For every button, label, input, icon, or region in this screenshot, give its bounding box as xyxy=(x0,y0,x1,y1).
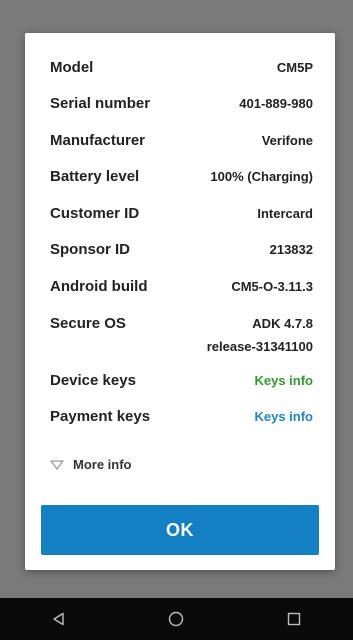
sponsor-id-value: 213832 xyxy=(269,242,313,257)
home-icon xyxy=(169,611,184,627)
payment-keys-info-link[interactable]: Keys info xyxy=(254,407,313,427)
android-build-row: Android build CM5-O-3.11.3 xyxy=(50,277,313,297)
secure-os-label: Secure OS xyxy=(50,315,126,332)
payment-keys-label: Payment keys xyxy=(50,408,151,425)
device-info-dialog: Model CM5P Serial number 401-889-980 Man… xyxy=(25,33,335,570)
customer-id-row: Customer ID Intercard xyxy=(50,204,313,224)
android-navigation-bar xyxy=(0,598,353,640)
device-keys-label: Device keys xyxy=(50,372,136,389)
home-button[interactable] xyxy=(156,604,196,634)
device-keys-info-link[interactable]: Keys info xyxy=(254,371,313,391)
battery-level-label: Battery level xyxy=(50,168,140,185)
secure-os-value: ADK 4.7.8 release-31341100 xyxy=(207,314,313,360)
secure-os-row: Secure OS ADK 4.7.8 release-31341100 xyxy=(50,314,313,360)
back-button[interactable] xyxy=(39,604,79,634)
ok-button[interactable]: OK xyxy=(41,505,319,555)
serial-number-label: Serial number xyxy=(50,95,151,112)
customer-id-label: Customer ID xyxy=(50,205,140,222)
model-label: Model xyxy=(50,59,94,76)
secure-os-version: ADK 4.7.8 xyxy=(252,316,313,331)
more-info-toggle[interactable]: More info xyxy=(50,457,132,472)
secure-os-release: release-31341100 xyxy=(206,339,313,354)
customer-id-value: Intercard xyxy=(257,206,313,221)
android-build-value: CM5-O-3.11.3 xyxy=(231,279,313,294)
manufacturer-label: Manufacturer xyxy=(50,132,146,149)
model-row: Model CM5P xyxy=(50,58,313,78)
sponsor-id-row: Sponsor ID 213832 xyxy=(50,240,313,260)
manufacturer-value: Verifone xyxy=(261,133,313,148)
back-icon xyxy=(53,612,64,626)
triangle-down-icon xyxy=(50,459,64,470)
recents-icon xyxy=(287,612,301,626)
serial-number-value: 401-889-980 xyxy=(239,96,313,111)
manufacturer-row: Manufacturer Verifone xyxy=(50,131,313,151)
device-keys-row: Device keys Keys info xyxy=(50,371,313,391)
serial-number-row: Serial number 401-889-980 xyxy=(50,94,313,114)
recents-button[interactable] xyxy=(274,604,314,634)
more-info-label: More info xyxy=(73,457,132,472)
battery-level-value: 100% (Charging) xyxy=(210,169,313,184)
battery-level-row: Battery level 100% (Charging) xyxy=(50,167,313,187)
model-value: CM5P xyxy=(276,60,313,75)
android-build-label: Android build xyxy=(50,278,148,295)
payment-keys-row: Payment keys Keys info xyxy=(50,407,313,427)
sponsor-id-label: Sponsor ID xyxy=(50,241,131,258)
